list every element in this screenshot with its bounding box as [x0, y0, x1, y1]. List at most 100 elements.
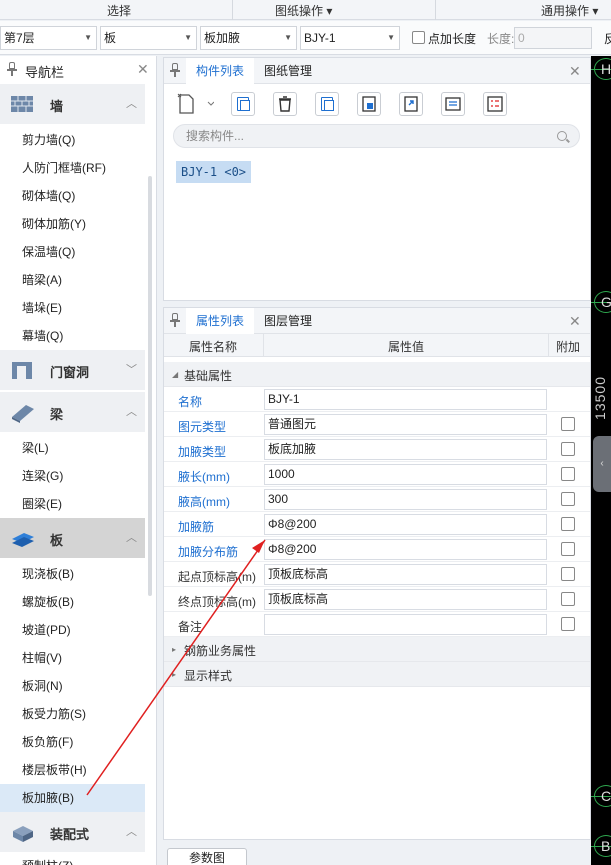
close-icon[interactable]: ✕ [137, 61, 149, 78]
property-extra-checkbox[interactable] [561, 542, 575, 556]
grid-axis-bubble: C [594, 785, 611, 807]
nav-item-civil-defense-door-wall[interactable]: 人防门框墙(RF) [0, 154, 145, 182]
pin-icon[interactable] [170, 313, 180, 327]
reverse-label[interactable]: 反 [604, 30, 611, 47]
nav-item-cast-slab[interactable]: 现浇板(B) [0, 560, 145, 588]
property-value-input[interactable]: BJY-1 [264, 389, 547, 410]
filter-component-button[interactable] [483, 92, 507, 116]
property-row-haunch-length: 腋长(mm) 1000 [164, 462, 590, 487]
pin-icon[interactable] [170, 63, 180, 77]
property-value-input[interactable]: Φ8@200 [264, 539, 547, 560]
property-extra-checkbox[interactable] [561, 617, 575, 631]
properties-component-button[interactable] [441, 92, 465, 116]
nav-item-hidden-beam[interactable]: 暗梁(A) [0, 266, 145, 294]
nav-item-beam[interactable]: 梁(L) [0, 434, 145, 462]
dimension-text: 13500 [592, 376, 608, 420]
subtype-select[interactable]: 板加腋 ▼ [200, 26, 297, 50]
nav-scrollbar[interactable] [148, 176, 152, 596]
filter-list-icon [487, 96, 503, 112]
import-component-button[interactable] [357, 92, 381, 116]
parameter-diagram-button[interactable]: 参数图 [167, 848, 247, 865]
property-extra-checkbox[interactable] [561, 492, 575, 506]
tab-property-list[interactable]: 属性列表 [186, 308, 255, 334]
group-label: 钢筋业务属性 [184, 644, 257, 658]
property-value-input[interactable]: 300 [264, 489, 547, 510]
component-search-input[interactable]: 搜索构件... [173, 124, 580, 148]
property-extra-checkbox[interactable] [561, 467, 575, 481]
group-rebar-business-properties[interactable]: ▸ 钢筋业务属性 [164, 637, 590, 662]
tab-drawing-management[interactable]: 图纸管理 [254, 58, 322, 84]
nav-category-beam[interactable]: 梁 ︿ [0, 392, 145, 432]
nav-item-slab-negative-rebar[interactable]: 板负筋(F) [0, 728, 145, 756]
nav-item-wall-pier[interactable]: 墙垛(E) [0, 294, 145, 322]
nav-item-slab-opening[interactable]: 板洞(N) [0, 672, 145, 700]
nav-item-curtain-wall[interactable]: 幕墙(Q) [0, 322, 145, 350]
nav-category-prefab[interactable]: 装配式 ︿ [0, 812, 145, 852]
nav-item-ramp[interactable]: 坡道(PD) [0, 616, 145, 644]
property-value-input[interactable]: 板底加腋 [264, 439, 547, 460]
nav-item-ring-beam[interactable]: 圈梁(E) [0, 490, 145, 518]
nav-item-spiral-slab[interactable]: 螺旋板(B) [0, 588, 145, 616]
chevron-up-icon: ︿ [126, 406, 137, 418]
door-window-icon [12, 362, 32, 379]
property-value-input[interactable]: Φ8@200 [264, 514, 547, 535]
close-icon[interactable]: ✕ [569, 63, 581, 80]
nav-category-slab[interactable]: 板 ︿ [0, 518, 145, 558]
import-icon [362, 96, 376, 112]
export-component-button[interactable] [399, 92, 423, 116]
component-select[interactable]: BJY-1 ▼ [300, 26, 400, 50]
property-value-input[interactable]: 顶板底标高 [264, 564, 547, 585]
property-extra-checkbox[interactable] [561, 592, 575, 606]
nav-item-column-cap[interactable]: 柱帽(V) [0, 644, 145, 672]
property-extra-checkbox[interactable] [561, 442, 575, 456]
ribbon-group-select[interactable]: 选择 [107, 2, 131, 19]
ribbon-group-drawing-ops[interactable]: 图纸操作 ▾ [275, 2, 332, 19]
new-component-button[interactable] [174, 92, 215, 116]
category-select[interactable]: 板 ▼ [100, 26, 197, 50]
point-length-checkbox[interactable] [412, 31, 425, 44]
property-extra-checkbox[interactable] [561, 417, 575, 431]
nav-item-slab-haunch[interactable]: 板加腋(B) [0, 784, 145, 812]
nav-item-coupling-beam[interactable]: 连梁(G) [0, 462, 145, 490]
copy-component-button[interactable] [231, 92, 255, 116]
length-label: 长度: [487, 32, 515, 46]
component-list-item[interactable]: BJY-1 <0> [176, 161, 252, 183]
collapse-panel-handle[interactable]: ‹ [593, 436, 611, 492]
tab-layer-management[interactable]: 图层管理 [254, 308, 322, 334]
beam-icon [12, 405, 34, 423]
chevron-up-icon: ︿ [126, 98, 137, 110]
export-icon [404, 96, 418, 112]
property-extra-checkbox[interactable] [561, 517, 575, 531]
drawing-canvas[interactable]: H G 13500 ‹ C B [591, 56, 611, 865]
ribbon-group-common-ops[interactable]: 通用操作 ▾ [541, 2, 598, 19]
delete-component-button[interactable] [273, 92, 297, 116]
column-header-extra: 附加 [556, 340, 581, 354]
pin-icon[interactable] [7, 62, 17, 76]
nav-category-wall[interactable]: 墙 ︿ [0, 84, 145, 124]
nav-item-slab-main-rebar[interactable]: 板受力筋(S) [0, 700, 145, 728]
chevron-down-icon: ▼ [184, 33, 192, 42]
property-extra-checkbox[interactable] [561, 567, 575, 581]
nav-item-floor-slab-strip[interactable]: 楼层板带(H) [0, 756, 145, 784]
nav-item-prefab-column[interactable]: 预制柱(Z) [0, 852, 145, 865]
length-input[interactable]: 0 [514, 27, 592, 49]
nav-category-door-window[interactable]: 门窗洞 ﹀ [0, 350, 145, 390]
property-value-input[interactable]: 1000 [264, 464, 547, 485]
group-label: 基础属性 [184, 369, 233, 383]
nav-category-label: 装配式 [50, 827, 90, 842]
nav-item-masonry-reinforcement[interactable]: 砌体加筋(Y) [0, 210, 145, 238]
property-row-haunch-height: 腋高(mm) 300 [164, 487, 590, 512]
copy-to-floor-button[interactable] [315, 92, 339, 116]
floor-select[interactable]: 第7层 ▼ [0, 26, 97, 50]
group-display-style[interactable]: ▸ 显示样式 [164, 662, 590, 687]
nav-item-insulation-wall[interactable]: 保温墙(Q) [0, 238, 145, 266]
close-icon[interactable]: ✕ [569, 313, 581, 330]
property-value-input[interactable] [264, 614, 547, 635]
property-value-input[interactable]: 普通图元 [264, 414, 547, 435]
nav-item-shear-wall[interactable]: 剪力墙(Q) [0, 126, 145, 154]
tab-component-list[interactable]: 构件列表 [186, 58, 255, 84]
nav-item-masonry-wall[interactable]: 砌体墙(Q) [0, 182, 145, 210]
group-basic-properties[interactable]: ◢ 基础属性 [164, 362, 590, 387]
property-value-input[interactable]: 顶板底标高 [264, 589, 547, 610]
copy-icon-front [240, 100, 250, 111]
